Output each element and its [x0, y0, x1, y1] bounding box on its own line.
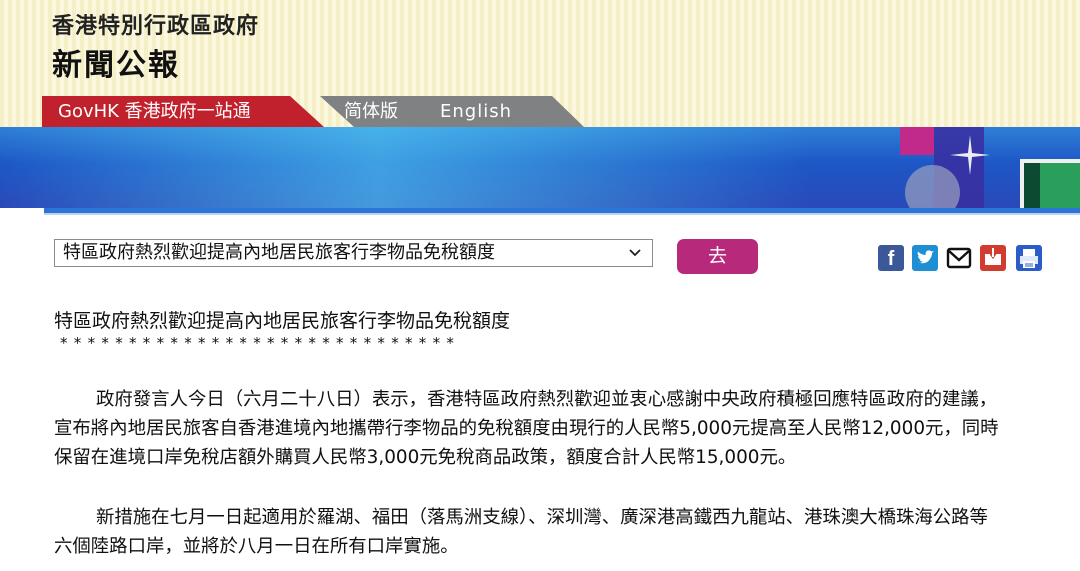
language-tabs: 简体版 English	[320, 96, 584, 127]
banner-decoration	[1040, 163, 1080, 208]
chevron-down-icon	[628, 240, 642, 275]
paragraph-line: 宣布將內地居民旅客自香港進境內地攜帶行李物品的免稅額度由現行的人民幣5,000元…	[54, 418, 999, 439]
print-icon[interactable]	[1016, 245, 1042, 271]
sparkle-icon	[950, 135, 990, 175]
paragraph-line: 保留在進境口岸免稅店額外購買人民幣3,000元免稅商品政策，額度合計人民幣15,…	[54, 447, 797, 468]
article-headline: 特區政府熱烈歡迎提高內地居民旅客行李物品免稅額度	[54, 310, 511, 332]
go-button[interactable]: 去	[677, 239, 758, 274]
mail-icon[interactable]	[946, 245, 972, 271]
selected-article: 特區政府熱烈歡迎提高內地居民旅客行李物品免稅額度	[63, 242, 495, 263]
article-select-dropdown[interactable]: 特區政府熱烈歡迎提高內地居民旅客行李物品免稅額度	[54, 239, 653, 267]
press-releases-title: 新聞公報	[52, 48, 180, 83]
separator-stars: *****************************	[60, 334, 461, 352]
banner-graphic	[0, 127, 1080, 208]
inbox-icon[interactable]	[980, 245, 1006, 271]
twitter-icon[interactable]	[912, 245, 938, 271]
government-title: 香港特別行政區政府	[52, 14, 260, 39]
article-paragraph: 新措施在七月一日起適用於羅湖、福田（落馬洲支線）、深圳灣、廣深港高鐵西九龍站、港…	[54, 503, 1080, 561]
facebook-icon[interactable]: f	[878, 245, 904, 271]
banner-decoration	[900, 127, 934, 155]
paragraph-line: 六個陸路口岸，並將於八月一日在所有口岸實施。	[54, 536, 459, 557]
divider	[44, 213, 1080, 215]
paragraph-line: 政府發言人今日（六月二十八日）表示，香港特區政府熱烈歡迎並衷心感謝中央政府積極回…	[96, 389, 998, 410]
paragraph-line: 新措施在七月一日起適用於羅湖、福田（落馬洲支線）、深圳灣、廣深港高鐵西九龍站、港…	[96, 507, 988, 528]
article-paragraph: 政府發言人今日（六月二十八日）表示，香港特區政府熱烈歡迎並衷心感謝中央政府積極回…	[54, 385, 1080, 472]
english-link[interactable]: English	[440, 96, 512, 127]
govhk-link[interactable]: GovHK 香港政府一站通	[42, 96, 324, 127]
simplified-chinese-link[interactable]: 简体版	[344, 96, 398, 127]
